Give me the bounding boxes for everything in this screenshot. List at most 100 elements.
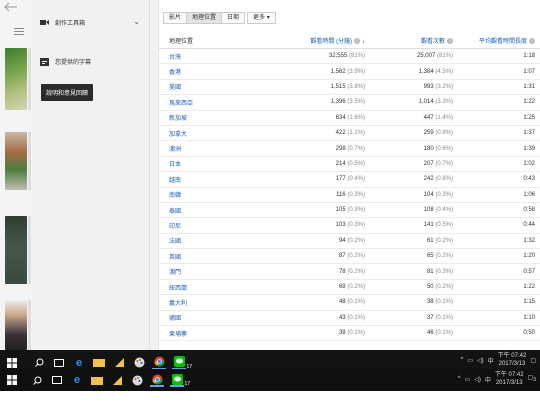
help-icon[interactable]: ? xyxy=(529,37,535,44)
location-link[interactable]: 德國 xyxy=(159,313,277,322)
header-location[interactable]: 地理位置 xyxy=(159,36,277,45)
views-value: 108 xyxy=(423,207,434,214)
watch-time-percent: (3.5%) xyxy=(347,99,365,106)
watch-time-value: 87 xyxy=(338,253,346,260)
network-icon[interactable]: ▭ xyxy=(467,357,473,364)
watch-time-value: 634 xyxy=(335,114,346,121)
location-link[interactable]: 馬來西亞 xyxy=(159,98,277,107)
task-view-icon[interactable] xyxy=(52,356,66,370)
paint-icon[interactable] xyxy=(132,356,146,370)
table-header-row: 地理位置 觀看時間 (分鐘)? ↓ 觀看次數? 平均觀看時間長度? xyxy=(159,32,540,49)
system-clock[interactable]: 下午 07:42 2017/3/13 xyxy=(495,371,524,387)
action-center-icon[interactable]: ▢ xyxy=(530,357,536,364)
search-icon[interactable] xyxy=(30,373,44,387)
views-value: 1,384 xyxy=(418,68,434,75)
watch-time-percent: (0.2%) xyxy=(347,268,365,275)
windows-start-icon[interactable] xyxy=(5,356,19,370)
location-link[interactable]: 美國 xyxy=(159,82,277,91)
views-value: 141 xyxy=(423,222,434,229)
edge-browser-icon[interactable]: e xyxy=(72,356,86,370)
location-link[interactable]: 加拿大 xyxy=(159,129,277,138)
table-row: 日本 214 (0.5%) 207 (0.7%) 1:02 xyxy=(159,157,540,173)
volume-icon[interactable]: ◁) xyxy=(477,357,484,364)
analytics-panel: 影片 地理位置 日期 更多 ▾ 地理位置 觀看時間 (分鐘)? ↓ 觀看次數? 平… xyxy=(158,0,540,352)
sticky-notes-icon[interactable] xyxy=(110,373,124,387)
location-link[interactable]: 澳洲 xyxy=(159,144,277,153)
avg-duration-cell: 1:31 xyxy=(523,83,535,90)
paint-icon[interactable] xyxy=(130,373,144,387)
task-view-icon[interactable] xyxy=(50,373,64,387)
location-link[interactable]: 英國 xyxy=(159,252,277,261)
ime-icon[interactable]: 中 xyxy=(485,375,491,384)
views-percent: (0.3%) xyxy=(435,268,453,275)
location-link[interactable]: 香港 xyxy=(159,67,277,76)
sidebar-item-subtitles[interactable]: 您提供的字幕 xyxy=(40,57,91,66)
windows-start-icon[interactable] xyxy=(5,373,19,387)
location-link[interactable]: 新加坡 xyxy=(159,113,277,122)
views-cell: 108 (0.4%) xyxy=(365,207,453,213)
watch-time-cell: 177 (0.4%) xyxy=(277,176,365,182)
tab-more-dropdown[interactable]: 更多 ▾ xyxy=(247,12,276,24)
system-clock[interactable]: 下午 07:42 2017/3/13 xyxy=(498,352,527,368)
tab-videos[interactable]: 影片 xyxy=(163,12,188,24)
header-views[interactable]: 觀看次數? xyxy=(365,36,453,45)
edge-browser-icon[interactable]: e xyxy=(70,373,84,387)
help-icon[interactable]: ? xyxy=(354,37,360,44)
location-link[interactable]: 印尼 xyxy=(159,221,277,230)
views-cell: 180 (0.6%) xyxy=(365,146,453,152)
search-icon[interactable] xyxy=(32,356,46,370)
header-watch-time[interactable]: 觀看時間 (分鐘)? ↓ xyxy=(277,36,365,45)
views-cell: 65 (0.2%) xyxy=(365,253,453,259)
video-thumbnail[interactable] xyxy=(5,300,31,350)
views-percent: (0.3%) xyxy=(435,191,453,198)
avg-duration-cell: 1:10 xyxy=(523,314,535,321)
location-link[interactable]: 柬埔寨 xyxy=(159,329,277,338)
location-link[interactable]: 台灣 xyxy=(159,52,277,61)
chrome-icon[interactable] xyxy=(150,373,164,387)
line-chat-icon[interactable]: 17 xyxy=(172,356,192,370)
video-thumbnail[interactable] xyxy=(5,132,31,190)
line-chat-icon[interactable]: 17 xyxy=(170,373,190,387)
ime-icon[interactable]: 中 xyxy=(488,356,494,365)
views-cell: 242 (0.8%) xyxy=(365,176,453,182)
watch-time-cell: 214 (0.5%) xyxy=(277,161,365,167)
location-link[interactable]: 越南 xyxy=(159,175,277,184)
chrome-icon[interactable] xyxy=(152,356,166,370)
video-thumbnail[interactable] xyxy=(5,216,31,284)
file-explorer-icon[interactable] xyxy=(90,373,104,387)
location-link[interactable]: 法國 xyxy=(159,236,277,245)
watch-time-value: 1,396 xyxy=(330,99,346,106)
tab-date[interactable]: 日期 xyxy=(221,12,246,24)
table-row: 澳洲 298 (0.7%) 180 (0.6%) 1:39 xyxy=(159,141,540,157)
back-arrow-icon[interactable] xyxy=(3,2,27,12)
location-link[interactable]: 日本 xyxy=(159,159,277,168)
watch-time-value: 1,562 xyxy=(330,68,346,75)
sticky-notes-icon[interactable] xyxy=(112,356,126,370)
views-percent: (0.1%) xyxy=(435,314,453,321)
header-avg-duration[interactable]: 平均觀看時間長度? xyxy=(453,36,540,45)
video-thumbnail[interactable] xyxy=(5,48,31,110)
views-value: 37 xyxy=(426,314,434,321)
location-link[interactable]: 紐西蘭 xyxy=(159,283,277,292)
location-link[interactable]: 澳門 xyxy=(159,267,277,276)
tray-expand-icon[interactable]: ^ xyxy=(461,357,464,363)
watch-time-cell: 1,396 (3.5%) xyxy=(277,99,365,105)
tab-more-label: 更多 xyxy=(253,15,266,21)
chevron-down-icon[interactable]: ⌄ xyxy=(133,17,140,26)
views-percent: (0.6%) xyxy=(435,145,453,152)
location-link[interactable]: 泰國 xyxy=(159,206,277,215)
watch-time-percent: (0.7%) xyxy=(347,145,365,152)
action-center-icon[interactable]: ▢3 xyxy=(528,374,536,383)
location-link[interactable]: 義大利 xyxy=(159,298,277,307)
menu-icon[interactable] xyxy=(14,28,24,36)
volume-icon[interactable]: ◁) xyxy=(474,376,481,383)
file-explorer-icon[interactable] xyxy=(92,356,106,370)
table-row: 法國 94 (0.2%) 61 (0.2%) 1:32 xyxy=(159,234,540,250)
views-value: 38 xyxy=(426,299,434,306)
location-link[interactable]: 南韓 xyxy=(159,190,277,199)
tray-expand-icon[interactable]: ^ xyxy=(458,376,461,382)
geography-table: 地理位置 觀看時間 (分鐘)? ↓ 觀看次數? 平均觀看時間長度? 台灣 32,55… xyxy=(159,32,540,342)
network-icon[interactable]: ▭ xyxy=(465,376,471,383)
tab-geography[interactable]: 地理位置 xyxy=(186,12,223,24)
sidebar-item-creator-tools[interactable]: 創作工具箱 ⌄ xyxy=(40,17,140,27)
